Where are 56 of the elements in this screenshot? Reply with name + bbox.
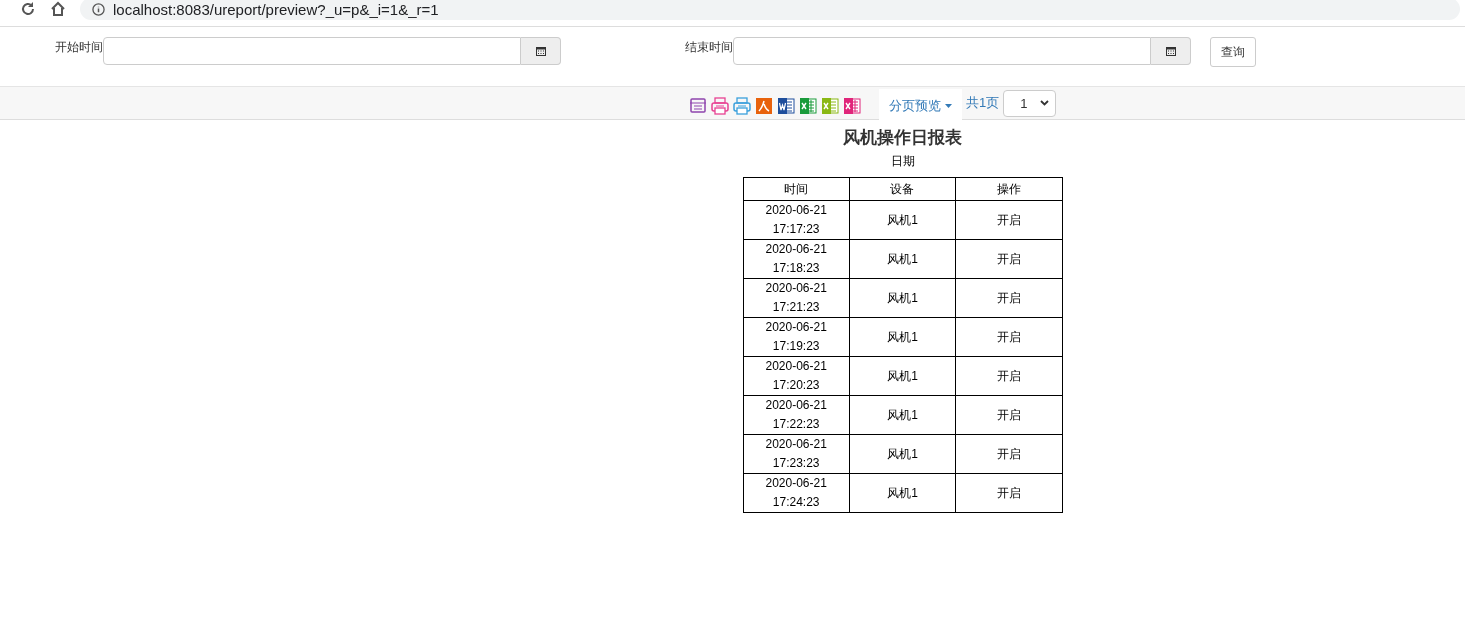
table-cell: 风机1 — [849, 278, 956, 318]
column-header: 时间 — [743, 177, 850, 201]
pdf-icon[interactable] — [755, 97, 773, 115]
spreadsheet-icon[interactable] — [843, 97, 861, 115]
date-input[interactable] — [733, 37, 1151, 65]
page-select[interactable]: 1 — [1003, 89, 1057, 117]
table-cell: 开启 — [955, 473, 1062, 513]
table-cell: 2020-06-21 17:24:23 — [743, 473, 850, 513]
spreadsheet-icon[interactable] — [799, 97, 817, 115]
table-cell: 开启 — [955, 239, 1062, 279]
calendar-icon — [535, 46, 546, 56]
table-cell: 2020-06-21 17:18:23 — [743, 239, 850, 279]
info-icon[interactable] — [92, 2, 105, 16]
page-count: 共1页 — [966, 94, 1000, 112]
table-cell: 开启 — [955, 395, 1062, 435]
pdf-printer-icon[interactable] — [733, 97, 751, 115]
calendar-button[interactable] — [521, 37, 561, 65]
column-header: 设备 — [849, 177, 956, 201]
table-cell: 2020-06-21 17:23:23 — [743, 434, 850, 474]
url-text: localhost:8083/ureport/preview?_u=p&_i=1&_r=1 — [113, 0, 439, 18]
report-title: 风机操作日报表 — [843, 127, 962, 149]
table-cell: 风机1 — [849, 434, 956, 474]
table-cell: 2020-06-21 17:22:23 — [743, 395, 850, 435]
reload-icon[interactable] — [20, 1, 36, 17]
calendar-icon — [1165, 46, 1176, 56]
table-cell: 风机1 — [849, 473, 956, 513]
field-label: 开始时间 — [55, 39, 103, 56]
table-cell: 2020-06-21 17:17:23 — [743, 200, 850, 240]
home-icon[interactable] — [50, 1, 66, 17]
table-cell: 开启 — [955, 356, 1062, 396]
table-cell: 2020-06-21 17:19:23 — [743, 317, 850, 357]
report-subtitle: 日期 — [890, 153, 915, 170]
calendar-button[interactable] — [1151, 37, 1191, 65]
spreadsheet-icon[interactable] — [821, 97, 839, 115]
column-header: 操作 — [955, 177, 1062, 201]
paging-preview-menu[interactable]: 分页预览 — [879, 89, 962, 121]
query-button[interactable]: 查询 — [1210, 37, 1256, 67]
table-cell: 开启 — [955, 200, 1062, 240]
field-label: 结束时间 — [685, 39, 733, 56]
table-cell: 风机1 — [849, 356, 956, 396]
word-document-icon[interactable] — [777, 97, 795, 115]
address-bar[interactable]: localhost:8083/ureport/preview?_u=p&_i=1&_r=1 — [80, 0, 1460, 20]
table-cell: 风机1 — [849, 239, 956, 279]
table-cell: 2020-06-21 17:20:23 — [743, 356, 850, 396]
table-cell: 风机1 — [849, 317, 956, 357]
table-cell: 开启 — [955, 317, 1062, 357]
chevron-down-icon — [1040, 100, 1050, 106]
printer-icon[interactable] — [689, 97, 707, 115]
table-cell: 风机1 — [849, 200, 956, 240]
table-cell: 开启 — [955, 434, 1062, 474]
table-cell: 风机1 — [849, 395, 956, 435]
table-cell: 2020-06-21 17:21:23 — [743, 278, 850, 318]
pdf-printer-icon[interactable] — [711, 97, 729, 115]
date-input[interactable] — [103, 37, 521, 65]
table-cell: 开启 — [955, 278, 1062, 318]
caret-icon — [945, 104, 952, 108]
